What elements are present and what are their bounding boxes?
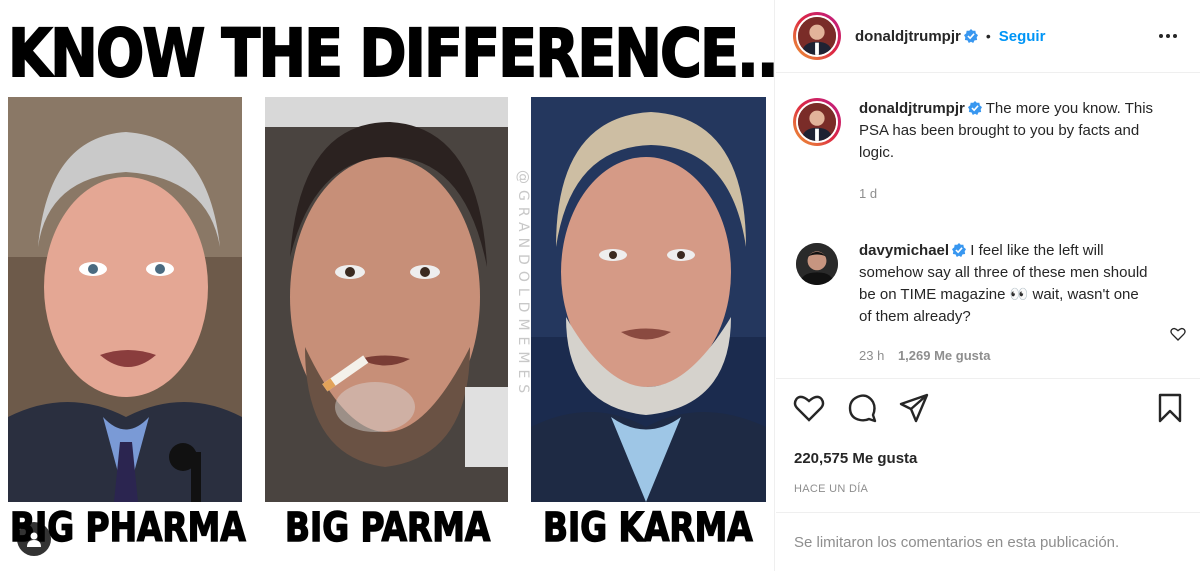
tagged-users-button[interactable]: [17, 522, 51, 556]
post-timestamp[interactable]: HACE UN DÍA: [794, 483, 868, 495]
comment-item: davymichael I feel like the left will so…: [793, 240, 1153, 367]
comments-list: donaldjtrumpjr The more you know. This P…: [776, 74, 1200, 379]
header-separator: •: [985, 28, 991, 44]
meme-panel-parma: [265, 97, 508, 502]
meme-watermark: @GRANDOLDMEMES: [515, 170, 531, 400]
more-options-icon[interactable]: [1156, 24, 1180, 48]
meme-caption-3: BIG KARMA: [542, 504, 753, 552]
post-header: donaldjtrumpjr • Seguir: [776, 0, 1200, 73]
meme-panel-pharma: [8, 97, 242, 502]
comments-limited-notice: Se limitaron los comentarios en esta pub…: [776, 512, 1200, 571]
comment-icon[interactable]: [846, 392, 878, 424]
caption-username[interactable]: donaldjtrumpjr: [859, 100, 965, 117]
post-side-panel: donaldjtrumpjr • Seguir donaldjtrumpjr T…: [776, 0, 1200, 571]
user-icon: [27, 532, 41, 547]
caption-author-avatar[interactable]: [793, 98, 841, 146]
post-image[interactable]: KNOW THE DIFFERENCE... @GRANDOLDMEMES BI…: [0, 0, 775, 571]
verified-badge-icon: [967, 101, 982, 115]
verified-badge-icon: [952, 243, 967, 257]
caption-comment: donaldjtrumpjr The more you know. This P…: [793, 98, 1159, 205]
meme-panel-karma: [531, 97, 766, 502]
follow-button[interactable]: Seguir: [999, 28, 1046, 45]
meme-title: KNOW THE DIFFERENCE...: [7, 14, 775, 93]
commenter-username[interactable]: davymichael: [859, 242, 949, 259]
heart-icon[interactable]: [793, 392, 825, 424]
author-avatar[interactable]: [793, 12, 841, 60]
comment-time[interactable]: 23 h: [859, 348, 884, 363]
meme-caption-2: BIG PARMA: [284, 504, 491, 552]
comment-likes[interactable]: 1,269 Me gusta: [898, 348, 991, 363]
post-actions: [776, 392, 1200, 432]
commenter-avatar[interactable]: [796, 243, 838, 285]
share-icon[interactable]: [898, 392, 930, 424]
verified-badge-icon: [963, 29, 978, 43]
caption-time[interactable]: 1 d: [859, 186, 877, 201]
comment-like-heart-icon[interactable]: [1170, 326, 1186, 342]
author-username[interactable]: donaldjtrumpjr: [855, 28, 961, 45]
bookmark-icon[interactable]: [1154, 392, 1186, 424]
post-likes-count[interactable]: 220,575 Me gusta: [794, 450, 917, 467]
